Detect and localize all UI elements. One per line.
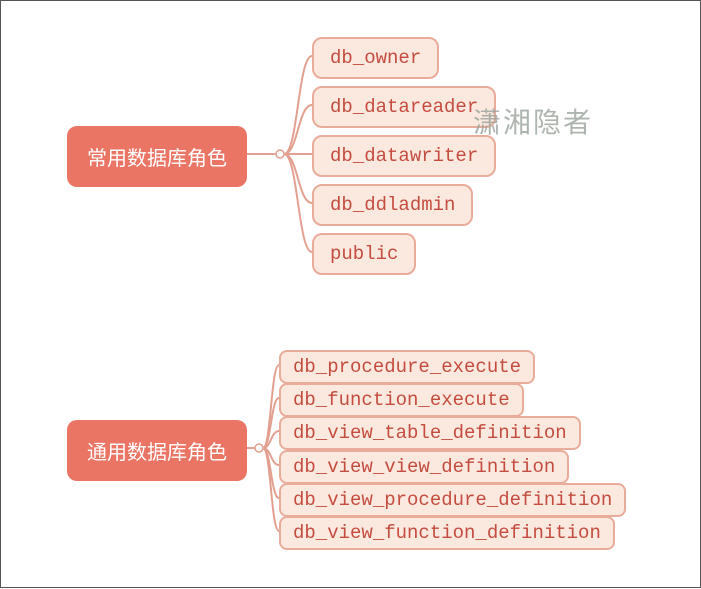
child-node: db_ddladmin: [312, 184, 473, 226]
diagram-canvas: 常用数据库角色 db_owner db_datareader db_datawr…: [1, 1, 700, 587]
root-node-generic-db-roles: 通用数据库角色: [67, 420, 247, 481]
child-node: db_view_view_definition: [279, 450, 569, 484]
child-node: db_procedure_execute: [279, 350, 535, 384]
child-node: db_function_execute: [279, 383, 524, 417]
child-node: db_view_table_definition: [279, 416, 581, 450]
child-node: public: [312, 233, 416, 275]
child-node: db_view_function_definition: [279, 516, 615, 550]
child-node: db_view_procedure_definition: [279, 483, 626, 517]
child-node: db_datareader: [312, 86, 496, 128]
child-node: db_datawriter: [312, 135, 496, 177]
child-node: db_owner: [312, 37, 439, 79]
root-node-common-db-roles: 常用数据库角色: [67, 126, 247, 187]
